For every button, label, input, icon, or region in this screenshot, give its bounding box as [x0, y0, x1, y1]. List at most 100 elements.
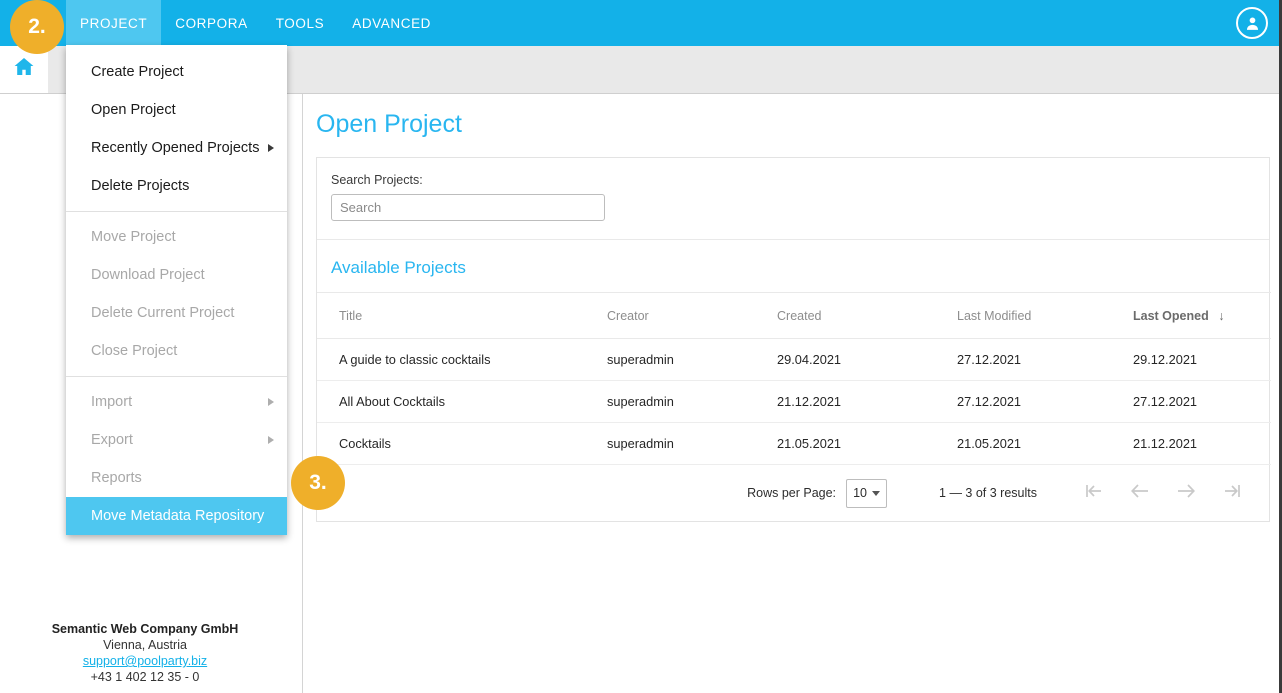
cell-last-opened: 29.12.2021: [1133, 339, 1271, 381]
available-projects-heading: Available Projects: [317, 240, 1269, 292]
menu-option-delete-projects[interactable]: Delete Projects: [66, 167, 287, 205]
cell-title: All About Cocktails: [317, 381, 607, 423]
projects-table-body: A guide to classic cocktails superadmin …: [317, 339, 1271, 465]
footer-city: Vienna, Austria: [0, 637, 290, 653]
rows-per-page-label: Rows per Page:: [747, 486, 836, 500]
menu-option-move-metadata-repository-label: Move Metadata Repository: [91, 508, 264, 524]
callout-badge-2-label: 2.: [28, 15, 46, 39]
menu-item-project[interactable]: PROJECT: [66, 0, 161, 46]
menu-option-close-project: Close Project: [66, 332, 287, 370]
column-header-creator[interactable]: Creator: [607, 293, 777, 339]
submenu-arrow-icon: [268, 436, 274, 444]
menu-option-reports-label: Reports: [91, 470, 142, 486]
projects-table-head: Title Creator Created Last Modified Last: [317, 293, 1271, 339]
cell-creator: superadmin: [607, 423, 777, 465]
menu-option-import-label: Import: [91, 394, 132, 410]
next-page-button[interactable]: [1163, 476, 1209, 510]
pagination-bar: Rows per Page: 10 1 — 3 of 3 results: [317, 465, 1269, 521]
search-label: Search Projects:: [331, 173, 1269, 187]
cell-last-modified: 27.12.2021: [957, 381, 1133, 423]
menu-option-export: Export: [66, 421, 287, 459]
column-header-creator-label: Creator: [607, 309, 649, 323]
submenu-arrow-icon: [268, 144, 274, 152]
menu-item-advanced-label: ADVANCED: [352, 16, 431, 31]
menu-separator: [66, 211, 287, 212]
cell-creator: superadmin: [607, 339, 777, 381]
cell-last-modified: 27.12.2021: [957, 339, 1133, 381]
search-input[interactable]: [331, 194, 605, 221]
menu-option-recently-opened-projects-label: Recently Opened Projects: [91, 140, 259, 156]
menu-option-open-project[interactable]: Open Project: [66, 91, 287, 129]
cell-title: A guide to classic cocktails: [317, 339, 607, 381]
cell-created: 29.04.2021: [777, 339, 957, 381]
table-row[interactable]: Cocktails superadmin 21.05.2021 21.05.20…: [317, 423, 1271, 465]
sidebar-footer: Semantic Web Company GmbH Vienna, Austri…: [0, 621, 290, 685]
column-header-last-modified[interactable]: Last Modified: [957, 293, 1133, 339]
project-dropdown-menu: Create Project Open Project Recently Ope…: [66, 45, 287, 535]
results-count: 1 — 3 of 3 results: [939, 486, 1037, 500]
menu-option-close-project-label: Close Project: [91, 343, 177, 359]
main-content: Open Project Search Projects: Available …: [304, 94, 1279, 693]
cell-last-opened: 21.12.2021: [1133, 423, 1271, 465]
menu-option-create-project[interactable]: Create Project: [66, 53, 287, 91]
menu-item-advanced[interactable]: ADVANCED: [338, 0, 445, 46]
footer-phone: +43 1 402 12 35 - 0: [0, 669, 290, 685]
callout-badge-3-label: 3.: [309, 471, 327, 495]
projects-table: Title Creator Created Last Modified Last: [317, 292, 1271, 465]
cell-last-opened: 27.12.2021: [1133, 381, 1271, 423]
open-project-panel: Search Projects: Available Projects Titl…: [316, 157, 1270, 522]
menu-item-project-label: PROJECT: [80, 16, 147, 31]
table-row[interactable]: All About Cocktails superadmin 21.12.202…: [317, 381, 1271, 423]
column-header-created-label: Created: [777, 309, 821, 323]
menu-option-import: Import: [66, 383, 287, 421]
first-page-icon: [1083, 482, 1105, 505]
arrow-down-icon: ↓: [1218, 309, 1224, 323]
user-avatar-icon[interactable]: [1236, 7, 1268, 39]
menu-option-move-metadata-repository[interactable]: Move Metadata Repository: [66, 497, 287, 535]
menu-option-move-project: Move Project: [66, 218, 287, 256]
footer-support-email-link[interactable]: support@poolparty.biz: [0, 653, 290, 669]
menu-option-open-project-label: Open Project: [91, 102, 176, 118]
menu-item-corpora[interactable]: CORPORA: [161, 0, 261, 46]
previous-page-button[interactable]: [1117, 476, 1163, 510]
previous-page-icon: [1129, 482, 1151, 505]
home-icon: [12, 55, 36, 84]
column-header-last-modified-label: Last Modified: [957, 309, 1031, 323]
column-header-last-opened-label: Last Opened: [1133, 309, 1209, 323]
cell-title: Cocktails: [317, 423, 607, 465]
cell-created: 21.12.2021: [777, 381, 957, 423]
menu-option-download-project-label: Download Project: [91, 267, 205, 283]
submenu-arrow-icon: [268, 398, 274, 406]
menu-option-download-project: Download Project: [66, 256, 287, 294]
menu-option-delete-current-project-label: Delete Current Project: [91, 305, 234, 321]
menu-option-reports: Reports: [66, 459, 287, 497]
chevron-down-icon: [872, 491, 880, 496]
cell-creator: superadmin: [607, 381, 777, 423]
last-page-icon: [1221, 482, 1243, 505]
cell-created: 21.05.2021: [777, 423, 957, 465]
table-row[interactable]: A guide to classic cocktails superadmin …: [317, 339, 1271, 381]
column-header-created[interactable]: Created: [777, 293, 957, 339]
first-page-button[interactable]: [1071, 476, 1117, 510]
page-title: Open Project: [316, 110, 1279, 139]
column-header-title[interactable]: Title: [317, 293, 607, 339]
application-window: PROJECT CORPORA TOOLS ADVANCED: [0, 0, 1282, 693]
menu-item-corpora-label: CORPORA: [175, 16, 247, 31]
menu-option-recently-opened-projects[interactable]: Recently Opened Projects: [66, 129, 287, 167]
avatar[interactable]: [1236, 0, 1268, 46]
rows-per-page-select[interactable]: 10: [846, 479, 887, 508]
menu-item-tools[interactable]: TOOLS: [262, 0, 339, 46]
next-page-icon: [1175, 482, 1197, 505]
menu-option-delete-projects-label: Delete Projects: [91, 178, 189, 194]
menu-item-tools-label: TOOLS: [276, 16, 325, 31]
search-section: Search Projects:: [317, 158, 1269, 240]
menu-option-delete-current-project: Delete Current Project: [66, 294, 287, 332]
menu-option-create-project-label: Create Project: [91, 64, 184, 80]
last-page-button[interactable]: [1209, 476, 1255, 510]
callout-badge-2: 2.: [10, 0, 64, 54]
cell-last-modified: 21.05.2021: [957, 423, 1133, 465]
menu-option-move-project-label: Move Project: [91, 229, 176, 245]
menu-separator: [66, 376, 287, 377]
column-header-last-opened[interactable]: Last Opened ↓: [1133, 293, 1271, 339]
menu-option-export-label: Export: [91, 432, 133, 448]
